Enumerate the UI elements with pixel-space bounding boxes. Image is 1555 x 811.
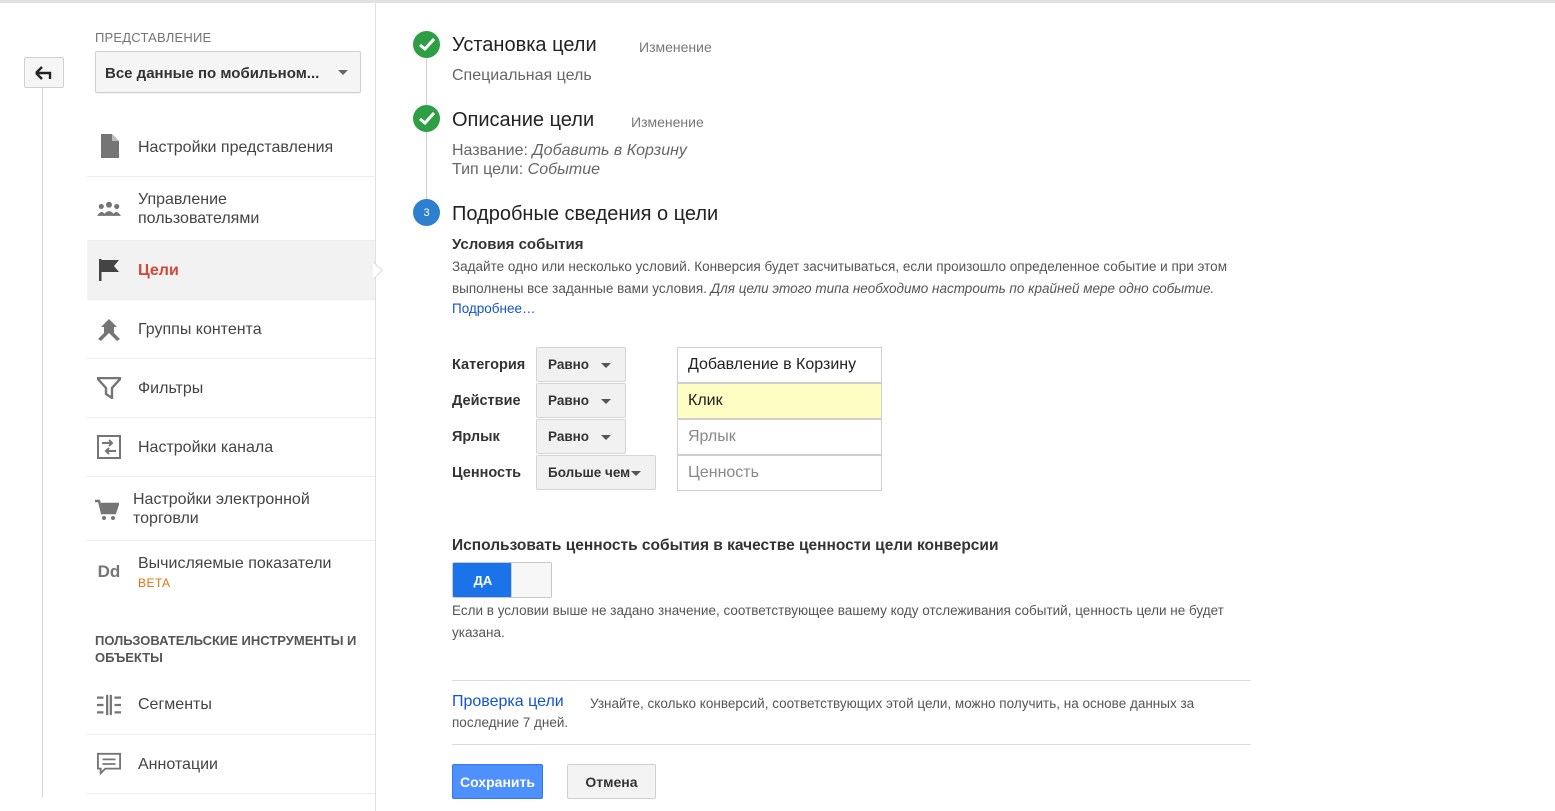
caret-down-icon	[601, 399, 611, 404]
step3-title: Подробные сведения о цели	[452, 203, 719, 225]
sidebar-item-view-settings[interactable]: Настройки представления	[87, 118, 375, 177]
sidebar-border	[375, 3, 376, 811]
category-operator-select[interactable]: Равно	[536, 347, 626, 382]
verify-description: Узнайте, сколько конверсий, соответствую…	[452, 696, 1195, 730]
verify-goal-link[interactable]: Проверка цели	[452, 693, 564, 711]
operator-value: Больше чем	[548, 465, 631, 480]
toggle-knob	[511, 563, 551, 597]
sidebar-item-content-groups[interactable]: Группы контента	[87, 300, 375, 359]
beta-badge: BETA	[138, 576, 171, 590]
flag-icon	[97, 258, 121, 282]
step1-edit-link[interactable]: Изменение	[639, 39, 712, 55]
step1-title: Установка цели	[452, 34, 597, 56]
caret-down-icon	[631, 471, 641, 476]
sidebar-item-channel-settings[interactable]: Настройки канала	[87, 418, 375, 477]
sidebar-item-label: Настройки представления	[138, 139, 334, 156]
sidebar-item-annotations[interactable]: Аннотации	[87, 735, 375, 794]
view-select[interactable]: Все данные по мобильном...	[95, 51, 361, 93]
check-icon	[413, 31, 440, 58]
name-label: Название:	[452, 142, 528, 159]
toggle-on-label: ДА	[453, 563, 513, 597]
sidebar-item-goals[interactable]: Цели	[87, 241, 375, 300]
back-button[interactable]	[24, 57, 64, 88]
sidebar-item-label: Настройки канала	[138, 439, 274, 456]
caret-down-icon	[601, 363, 611, 368]
label-label: Ярлык	[452, 429, 500, 445]
rail-line	[42, 88, 43, 798]
sidebar-item-label: Сегменты	[138, 696, 212, 713]
content-group-icon	[97, 317, 121, 341]
document-icon	[97, 134, 121, 158]
conditions-desc-italic: Для цели этого типа необходимо настроить…	[710, 281, 1215, 296]
label-operator-select[interactable]: Равно	[536, 419, 626, 454]
users-icon	[97, 197, 121, 221]
category-input[interactable]	[677, 347, 882, 383]
sidebar-item-label: Цели	[138, 262, 179, 279]
filter-icon	[97, 376, 121, 400]
step2-edit-link[interactable]: Изменение	[631, 114, 704, 130]
sidebar-item-filters[interactable]: Фильтры	[87, 359, 375, 418]
step2-title: Описание цели	[452, 109, 595, 131]
section-header: ПОЛЬЗОВАТЕЛЬСКИЕ ИНСТРУМЕНТЫ И ОБЪЕКТЫ	[95, 633, 357, 665]
step1-summary: Специальная цель	[452, 67, 592, 84]
sidebar-item-label: Вычисляемые показатели	[138, 555, 332, 572]
type-label: Тип цели:	[452, 161, 524, 178]
sidebar-item-label: Аннотации	[138, 756, 218, 773]
value-operator-select[interactable]: Больше чем	[536, 455, 656, 490]
action-input[interactable]	[677, 383, 882, 419]
type-value: Событие	[527, 161, 600, 178]
divider	[452, 744, 1251, 745]
segments-icon	[97, 693, 121, 717]
cancel-button[interactable]: Отмена	[567, 764, 656, 799]
action-label: Действие	[452, 393, 521, 409]
sidebar-item-label: Настройки электронной торговли	[133, 491, 310, 527]
sidebar-item-calculated-metrics[interactable]: Dd Вычисляемые показатели BETA	[87, 541, 375, 603]
caret-down-icon	[601, 435, 611, 440]
sidebar-item-user-management[interactable]: Управление пользователями	[87, 177, 375, 241]
sidebar-item-label: Фильтры	[138, 380, 204, 397]
value-label: Ценность	[452, 465, 522, 481]
dd-icon: Dd	[97, 562, 121, 581]
step2-name-row: Название: Добавить в Корзину	[452, 142, 687, 160]
sidebar-item-ecommerce-settings[interactable]: Настройки электронной торговли	[87, 477, 375, 541]
divider	[452, 680, 1251, 681]
sidebar-item-label: Управление пользователями	[138, 191, 260, 227]
action-operator-select[interactable]: Равно	[536, 383, 626, 418]
view-label: ПРЕДСТАВЛЕНИЕ	[95, 30, 212, 45]
use-value-note: Если в условии выше не задано значение, …	[452, 603, 1224, 640]
view-select-value: Все данные по мобильном...	[105, 65, 320, 82]
sidebar-item-label: Группы контента	[138, 321, 262, 338]
operator-value: Равно	[548, 429, 590, 444]
caret-down-icon	[338, 70, 348, 75]
conditions-description: Задайте одно или несколько условий. Конв…	[452, 256, 1252, 300]
category-label: Категория	[452, 357, 526, 373]
channel-settings-icon	[97, 435, 121, 459]
check-icon	[413, 105, 440, 132]
active-item-pointer	[373, 262, 385, 280]
label-input[interactable]	[677, 419, 882, 455]
use-value-title: Использовать ценность события в качестве…	[452, 537, 999, 554]
sidebar-item-segments[interactable]: Сегменты	[87, 675, 375, 735]
save-button[interactable]: Сохранить	[452, 764, 543, 799]
step3-number: 3	[413, 199, 440, 226]
annotations-icon	[97, 752, 121, 776]
operator-value: Равно	[548, 357, 590, 372]
use-value-toggle[interactable]: ДА	[452, 562, 552, 598]
value-input[interactable]	[677, 455, 882, 491]
step2-type-row: Тип цели: Событие	[452, 161, 600, 179]
conditions-title: Условия события	[452, 236, 584, 253]
back-arrow-icon	[35, 65, 52, 80]
learn-more-link[interactable]: Подробнее…	[452, 301, 536, 316]
cart-icon	[95, 498, 119, 522]
admin-sidebar: ПРЕДСТАВЛЕНИЕ Все данные по мобильном...…	[87, 0, 375, 811]
operator-value: Равно	[548, 393, 590, 408]
name-value: Добавить в Корзину	[532, 142, 687, 159]
